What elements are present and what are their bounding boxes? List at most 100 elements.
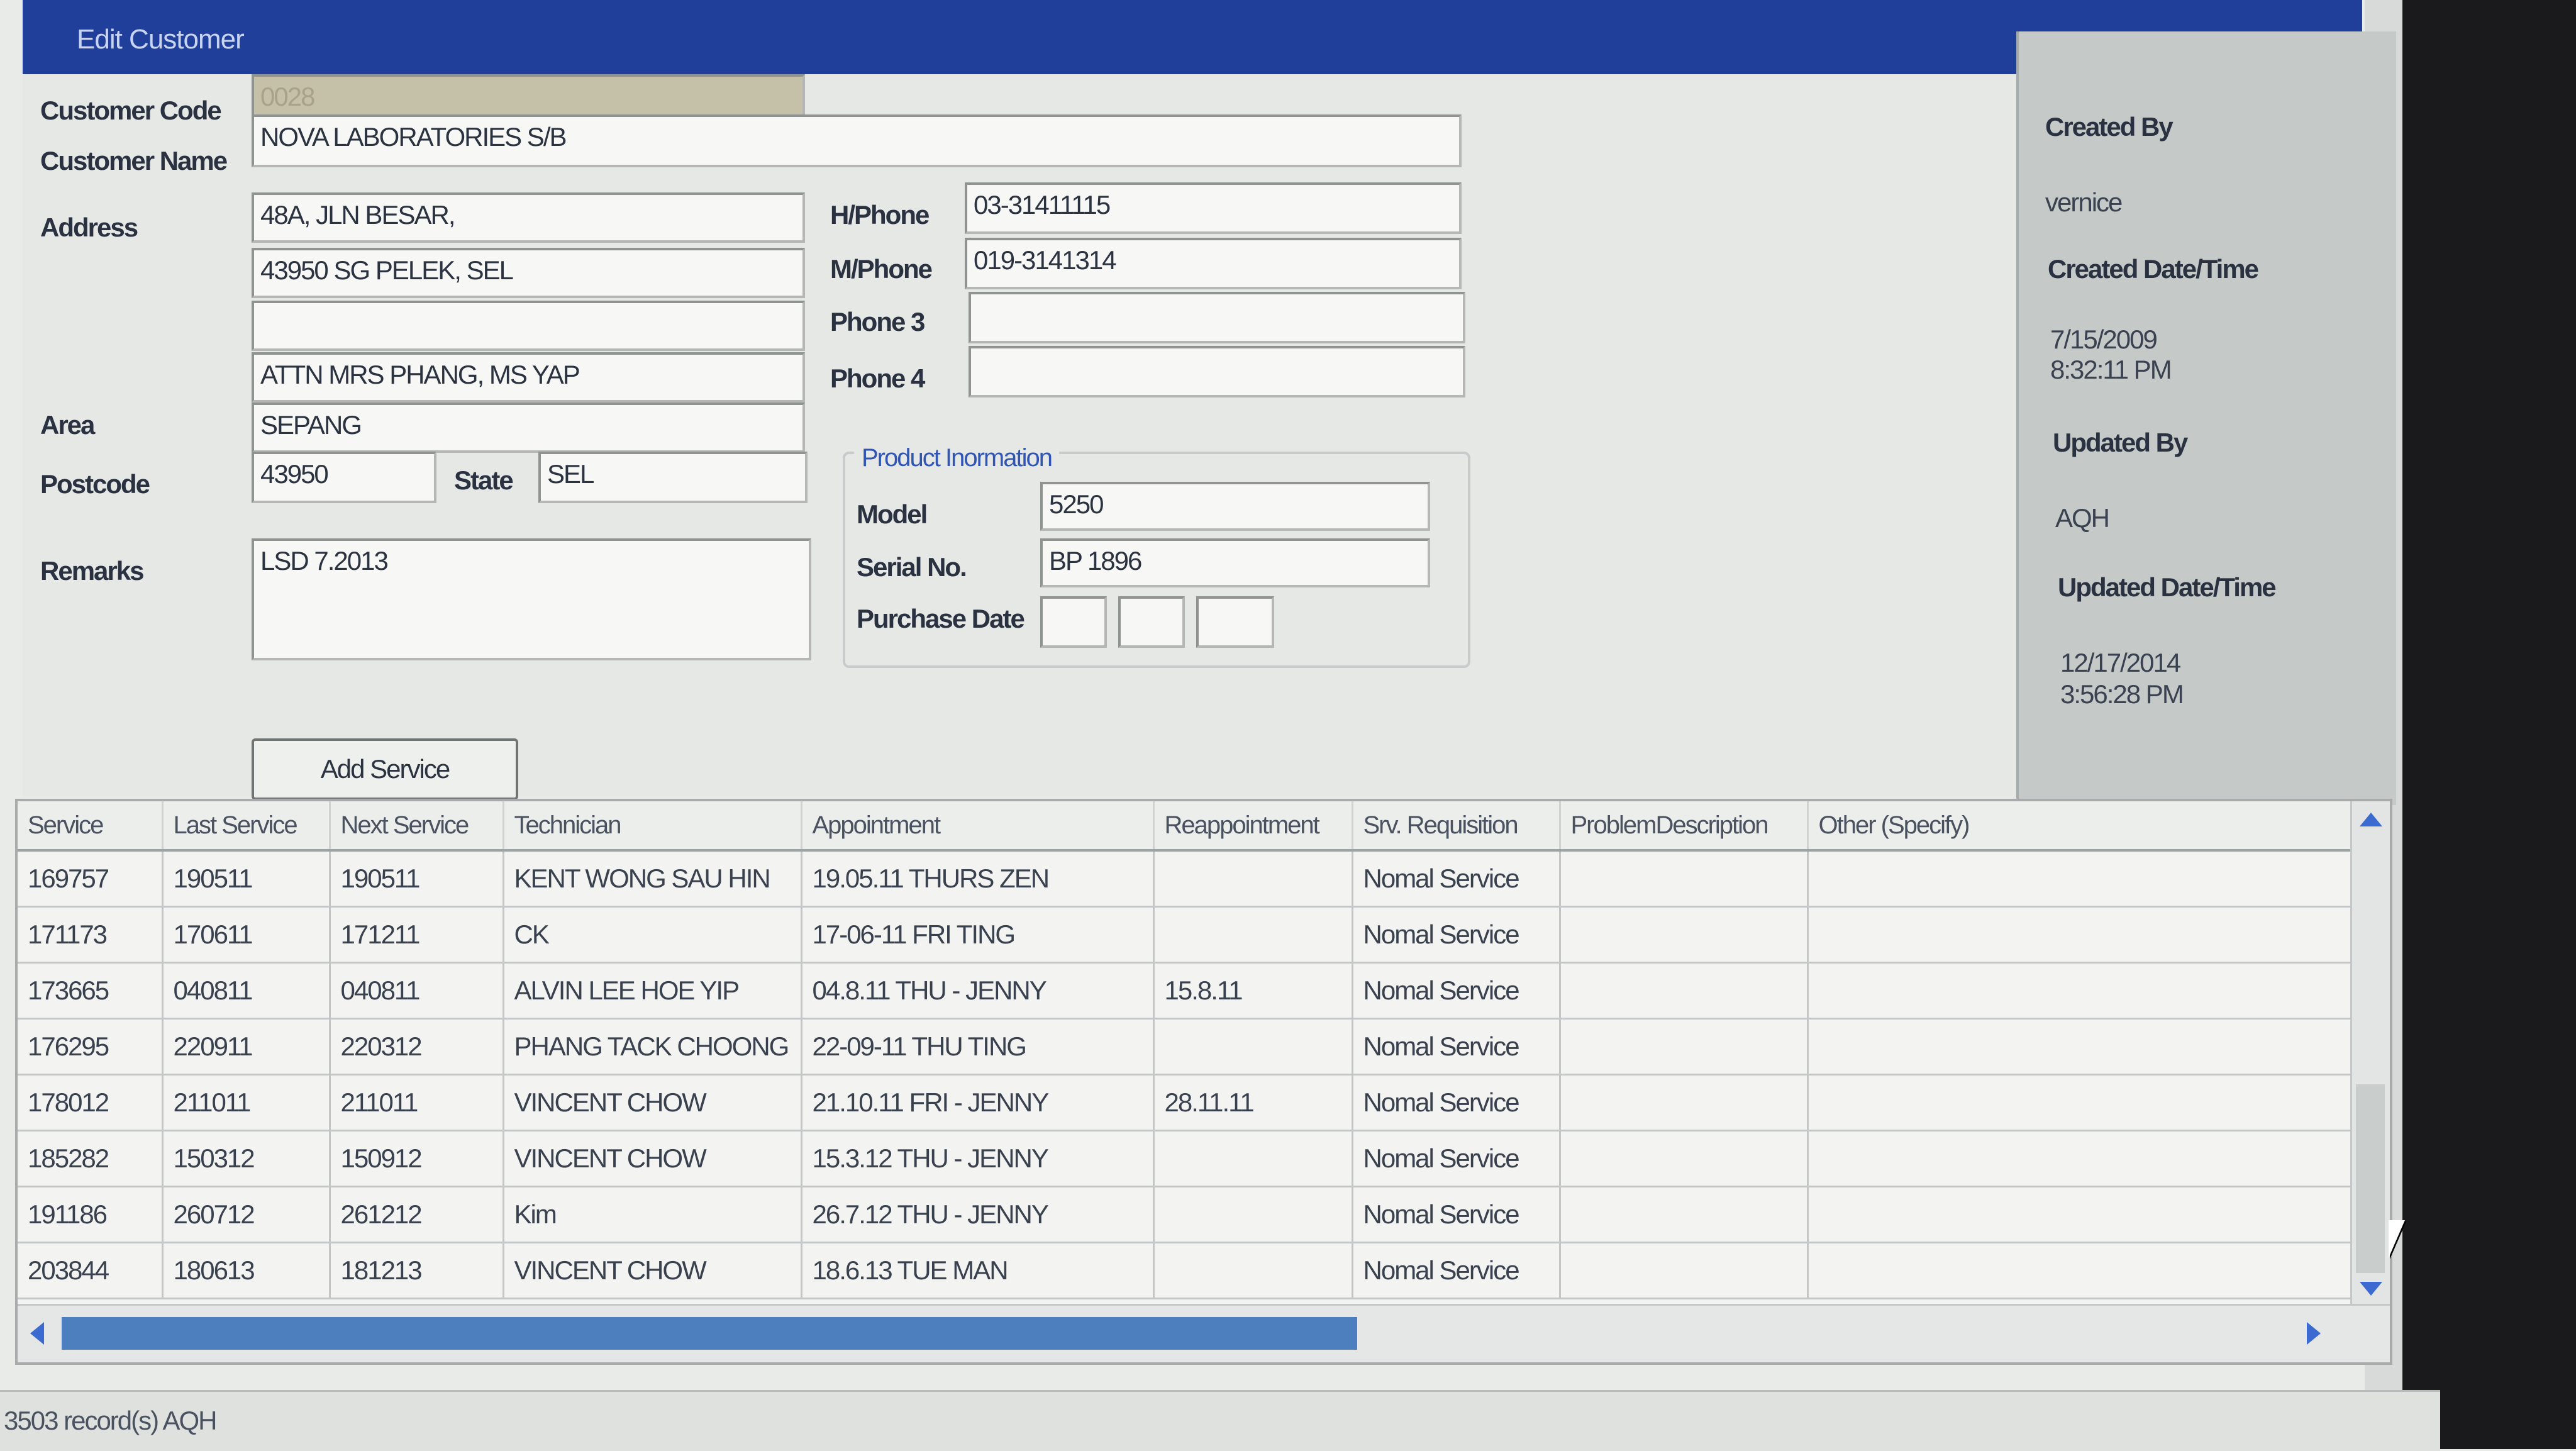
table-cell[interactable]: 18.6.13 TUE MAN: [801, 1242, 1155, 1299]
column-header[interactable]: Next Service: [330, 801, 504, 852]
column-header[interactable]: Service: [18, 801, 164, 852]
table-row[interactable]: 178012 211011 211011 VINCENT CHOW 21.10.11 F…: [18, 1074, 2358, 1131]
table-cell[interactable]: 040811: [330, 962, 504, 1020]
table-cell[interactable]: VINCENT CHOW: [503, 1242, 802, 1299]
table-row[interactable]: 185282 150312 150912 VINCENT CHOW 15.3.12 TH…: [18, 1130, 2358, 1187]
scroll-left-icon[interactable]: [30, 1322, 44, 1345]
table-cell[interactable]: 180613: [162, 1242, 331, 1299]
address-line-2-field[interactable]: 43950 SG PELEK, SEL: [252, 248, 805, 298]
table-cell[interactable]: 190511: [162, 850, 331, 908]
table-cell[interactable]: Nomal Service: [1352, 906, 1561, 964]
column-header[interactable]: Technician: [503, 801, 802, 852]
table-cell[interactable]: 261212: [330, 1186, 504, 1243]
table-cell[interactable]: Nomal Service: [1352, 1074, 1561, 1131]
table-cell[interactable]: 185282: [18, 1130, 164, 1187]
table-cell[interactable]: 173665: [18, 962, 164, 1020]
table-cell[interactable]: CK: [503, 906, 802, 964]
table-cell[interactable]: [1153, 1018, 1353, 1076]
table-cell[interactable]: 220312: [330, 1018, 504, 1076]
table-cell[interactable]: [1153, 1186, 1353, 1243]
state-field[interactable]: SEL: [538, 452, 808, 503]
table-cell[interactable]: [1807, 1130, 2358, 1187]
table-cell[interactable]: 169757: [18, 850, 164, 908]
table-cell[interactable]: 220911: [162, 1018, 331, 1076]
table-cell[interactable]: 190511: [330, 850, 504, 908]
table-cell[interactable]: 170611: [162, 906, 331, 964]
phone4-field[interactable]: [969, 346, 1465, 397]
service-grid[interactable]: Service Last Service Next Service Technicia…: [15, 799, 2392, 1365]
address-line-3-field[interactable]: [252, 301, 805, 351]
horizontal-scroll-thumb[interactable]: [62, 1317, 1357, 1350]
scroll-up-icon[interactable]: [2360, 813, 2382, 826]
table-cell[interactable]: [1560, 1018, 1809, 1076]
column-header[interactable]: ProblemDescription: [1560, 801, 1809, 852]
table-cell[interactable]: [1560, 906, 1809, 964]
table-cell[interactable]: 15.8.11: [1153, 962, 1353, 1020]
table-cell[interactable]: Nomal Service: [1352, 1018, 1561, 1076]
table-cell[interactable]: 17-06-11 FRI TING: [801, 906, 1155, 964]
table-cell[interactable]: 203844: [18, 1242, 164, 1299]
table-row[interactable]: 171173 170611 171211 CK 17-06-11 FRI TING Nom…: [18, 906, 2358, 964]
customer-name-field[interactable]: NOVA LABORATORIES S/B: [252, 114, 1462, 167]
vertical-scrollbar[interactable]: [2350, 801, 2390, 1304]
table-cell[interactable]: 178012: [18, 1074, 164, 1131]
table-cell[interactable]: PHANG TACK CHOONG: [503, 1018, 802, 1076]
table-cell[interactable]: 211011: [330, 1074, 504, 1131]
table-row[interactable]: 191186 260712 261212 Kim 26.7.12 THU - JENNY…: [18, 1186, 2358, 1243]
table-cell[interactable]: VINCENT CHOW: [503, 1074, 802, 1131]
add-service-button[interactable]: Add Service: [252, 738, 518, 800]
model-field[interactable]: 5250: [1040, 482, 1430, 531]
column-header[interactable]: Reappointment: [1153, 801, 1353, 852]
table-cell[interactable]: Nomal Service: [1352, 962, 1561, 1020]
vertical-scroll-thumb[interactable]: [2356, 1084, 2385, 1273]
table-row[interactable]: 176295 220911 220312 PHANG TACK CHOONG 22-09…: [18, 1018, 2358, 1076]
table-cell[interactable]: ALVIN LEE HOE YIP: [503, 962, 802, 1020]
table-cell[interactable]: 21.10.11 FRI - JENNY: [801, 1074, 1155, 1131]
table-cell[interactable]: [1560, 1130, 1809, 1187]
table-cell[interactable]: [1807, 1242, 2358, 1299]
table-cell[interactable]: [1560, 1186, 1809, 1243]
table-cell[interactable]: [1807, 906, 2358, 964]
table-cell[interactable]: Nomal Service: [1352, 1186, 1561, 1243]
horizontal-scrollbar[interactable]: [18, 1304, 2390, 1362]
address-line-4-field[interactable]: ATTN MRS PHANG, MS YAP: [252, 352, 805, 403]
table-cell[interactable]: [1153, 850, 1353, 908]
table-cell[interactable]: 211011: [162, 1074, 331, 1131]
table-cell[interactable]: [1807, 962, 2358, 1020]
table-cell[interactable]: 181213: [330, 1242, 504, 1299]
table-cell[interactable]: [1560, 850, 1809, 908]
table-cell[interactable]: 28.11.11: [1153, 1074, 1353, 1131]
table-cell[interactable]: [1153, 1242, 1353, 1299]
table-cell[interactable]: [1560, 1242, 1809, 1299]
mphone-field[interactable]: 019-3141314: [965, 238, 1462, 289]
scroll-right-icon[interactable]: [2307, 1322, 2321, 1345]
table-cell[interactable]: 171211: [330, 906, 504, 964]
serial-field[interactable]: BP 1896: [1040, 538, 1430, 587]
table-cell[interactable]: Kim: [503, 1186, 802, 1243]
table-row[interactable]: 173665 040811 040811 ALVIN LEE HOE YIP 04.8.…: [18, 962, 2358, 1020]
column-header[interactable]: Other (Specify): [1807, 801, 2358, 852]
table-cell[interactable]: 191186: [18, 1186, 164, 1243]
table-cell[interactable]: 150312: [162, 1130, 331, 1187]
table-cell[interactable]: Nomal Service: [1352, 850, 1561, 908]
table-cell[interactable]: KENT WONG SAU HIN: [503, 850, 802, 908]
table-cell[interactable]: 150912: [330, 1130, 504, 1187]
table-cell[interactable]: 04.8.11 THU - JENNY: [801, 962, 1155, 1020]
column-header[interactable]: Appointment: [801, 801, 1155, 852]
table-cell[interactable]: [1560, 1074, 1809, 1131]
table-cell[interactable]: [1560, 962, 1809, 1020]
table-cell[interactable]: 19.05.11 THURS ZEN: [801, 850, 1155, 908]
table-cell[interactable]: Nomal Service: [1352, 1130, 1561, 1187]
table-cell[interactable]: [1153, 906, 1353, 964]
purchase-date-day-field[interactable]: [1040, 596, 1107, 648]
column-header[interactable]: Srv. Requisition: [1352, 801, 1561, 852]
table-cell[interactable]: [1153, 1130, 1353, 1187]
hphone-field[interactable]: 03-31411115: [965, 182, 1462, 234]
table-row[interactable]: 169757 190511 190511 KENT WONG SAU HIN 19.05…: [18, 850, 2358, 908]
scroll-down-icon[interactable]: [2360, 1282, 2382, 1296]
table-row[interactable]: 203844 180613 181213 VINCENT CHOW 18.6.13 TU…: [18, 1242, 2358, 1299]
table-cell[interactable]: [1807, 1074, 2358, 1131]
table-cell[interactable]: Nomal Service: [1352, 1242, 1561, 1299]
purchase-date-year-field[interactable]: [1196, 596, 1274, 648]
address-line-1-field[interactable]: 48A, JLN BESAR,: [252, 192, 805, 243]
